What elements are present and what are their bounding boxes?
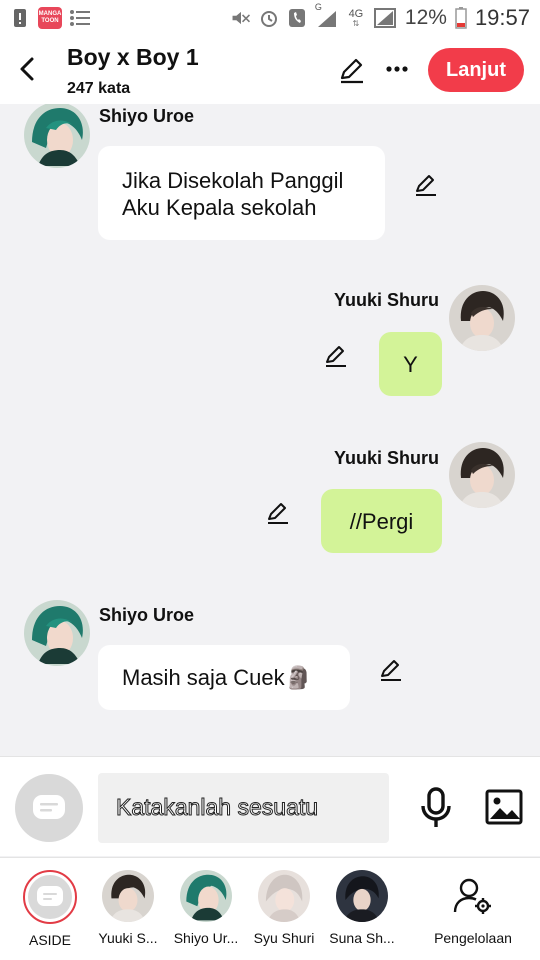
character-syu[interactable]: Syu Shuri <box>246 870 322 946</box>
edit-message-button[interactable] <box>379 658 403 682</box>
pencil-icon <box>381 660 401 681</box>
message-bubble[interactable]: Masih saja Cuek🗿 <box>98 645 350 710</box>
signal-icon: G <box>315 2 339 28</box>
avatar <box>180 870 232 922</box>
status-bar: MANGA TOON G 4G ⇅ 12% 19:57 <box>0 0 540 36</box>
pencil-icon <box>340 58 363 84</box>
mute-icon <box>231 8 251 28</box>
message-bubble[interactable]: Jika Disekolah Panggil Aku Kepala sekola… <box>98 146 385 240</box>
story-title: Boy x Boy 1 <box>67 44 199 70</box>
chevron-left-icon <box>20 57 34 81</box>
avatar <box>102 870 154 922</box>
character-label: Pengelolaan <box>434 930 512 946</box>
sender-name: Yuuki Shuru <box>334 448 440 468</box>
alert-icon <box>10 8 30 28</box>
insert-image-button[interactable] <box>485 789 523 825</box>
character-label: Shiyo Ur... <box>173 930 239 946</box>
manage-icon-wrap <box>447 870 499 922</box>
chat-bubble-icon <box>33 795 65 819</box>
alarm-icon <box>259 8 279 28</box>
avatar <box>336 870 388 922</box>
sender-name: Shiyo Uroe <box>99 605 195 625</box>
character-yuuki[interactable]: Yuuki S... <box>90 870 166 946</box>
edit-message-button[interactable] <box>414 173 438 197</box>
battery-percent: 12% <box>404 6 447 29</box>
character-shiyo[interactable]: Shiyo Ur... <box>168 870 244 946</box>
pencil-icon <box>326 346 346 367</box>
list-icon <box>70 8 90 28</box>
chat-thread[interactable]: Shiyo Uroe Jika Disekolah Panggil Aku Ke… <box>0 104 540 756</box>
avatar-shiyo[interactable] <box>24 600 90 666</box>
network-icon: 4G ⇅ <box>348 7 364 28</box>
chat-bubble-icon <box>37 886 63 906</box>
character-label: ASIDE <box>28 932 71 948</box>
message-bubble[interactable]: Y <box>379 332 442 396</box>
more-options-button[interactable] <box>384 54 410 84</box>
narration-toggle-button[interactable] <box>15 774 83 842</box>
voice-input-button[interactable] <box>418 787 454 829</box>
top-app-bar: Boy x Boy 1 247 kata Lanjut <box>0 36 540 104</box>
back-button[interactable] <box>14 54 40 84</box>
character-label: Syu Shuri <box>253 930 315 946</box>
microphone-icon <box>421 787 451 827</box>
word-count: 247 kata <box>67 80 131 97</box>
message-input[interactable] <box>98 773 389 843</box>
image-icon <box>485 789 523 825</box>
composer-bar <box>0 756 540 856</box>
pencil-icon <box>416 175 436 196</box>
character-selector: ASIDE Yuuki S... Shiyo Ur... Syu Shuri S… <box>0 857 540 960</box>
pencil-icon <box>268 503 288 524</box>
edit-message-button[interactable] <box>266 501 290 525</box>
avatar-yuuki[interactable] <box>449 442 515 508</box>
character-aside[interactable]: ASIDE <box>12 870 88 948</box>
character-label: Yuuki S... <box>98 930 158 946</box>
mangatoon-app-icon: MANGA TOON <box>38 7 62 29</box>
character-label: Suna Sh... <box>329 930 395 946</box>
next-button[interactable]: Lanjut <box>428 48 524 92</box>
call-icon <box>287 8 307 28</box>
signal-icon-2 <box>373 8 397 28</box>
manage-characters-button[interactable]: Pengelolaan <box>430 870 516 946</box>
sender-name: Shiyo Uroe <box>99 106 195 126</box>
network-label: 4G <box>348 7 364 20</box>
signal-label: G <box>314 2 322 12</box>
user-settings-icon <box>453 878 491 914</box>
aside-avatar <box>23 870 77 924</box>
avatar-yuuki[interactable] <box>449 285 515 351</box>
sender-name: Yuuki Shuru <box>334 290 440 310</box>
edit-title-button[interactable] <box>338 56 366 84</box>
avatar-shiyo[interactable] <box>24 104 90 168</box>
clock: 19:57 <box>474 5 530 30</box>
edit-message-button[interactable] <box>324 344 348 368</box>
avatar <box>258 870 310 922</box>
more-horizontal-icon <box>386 66 408 72</box>
battery-icon <box>455 7 467 29</box>
character-suna[interactable]: Suna Sh... <box>324 870 400 946</box>
message-bubble[interactable]: //Pergi <box>321 489 442 553</box>
